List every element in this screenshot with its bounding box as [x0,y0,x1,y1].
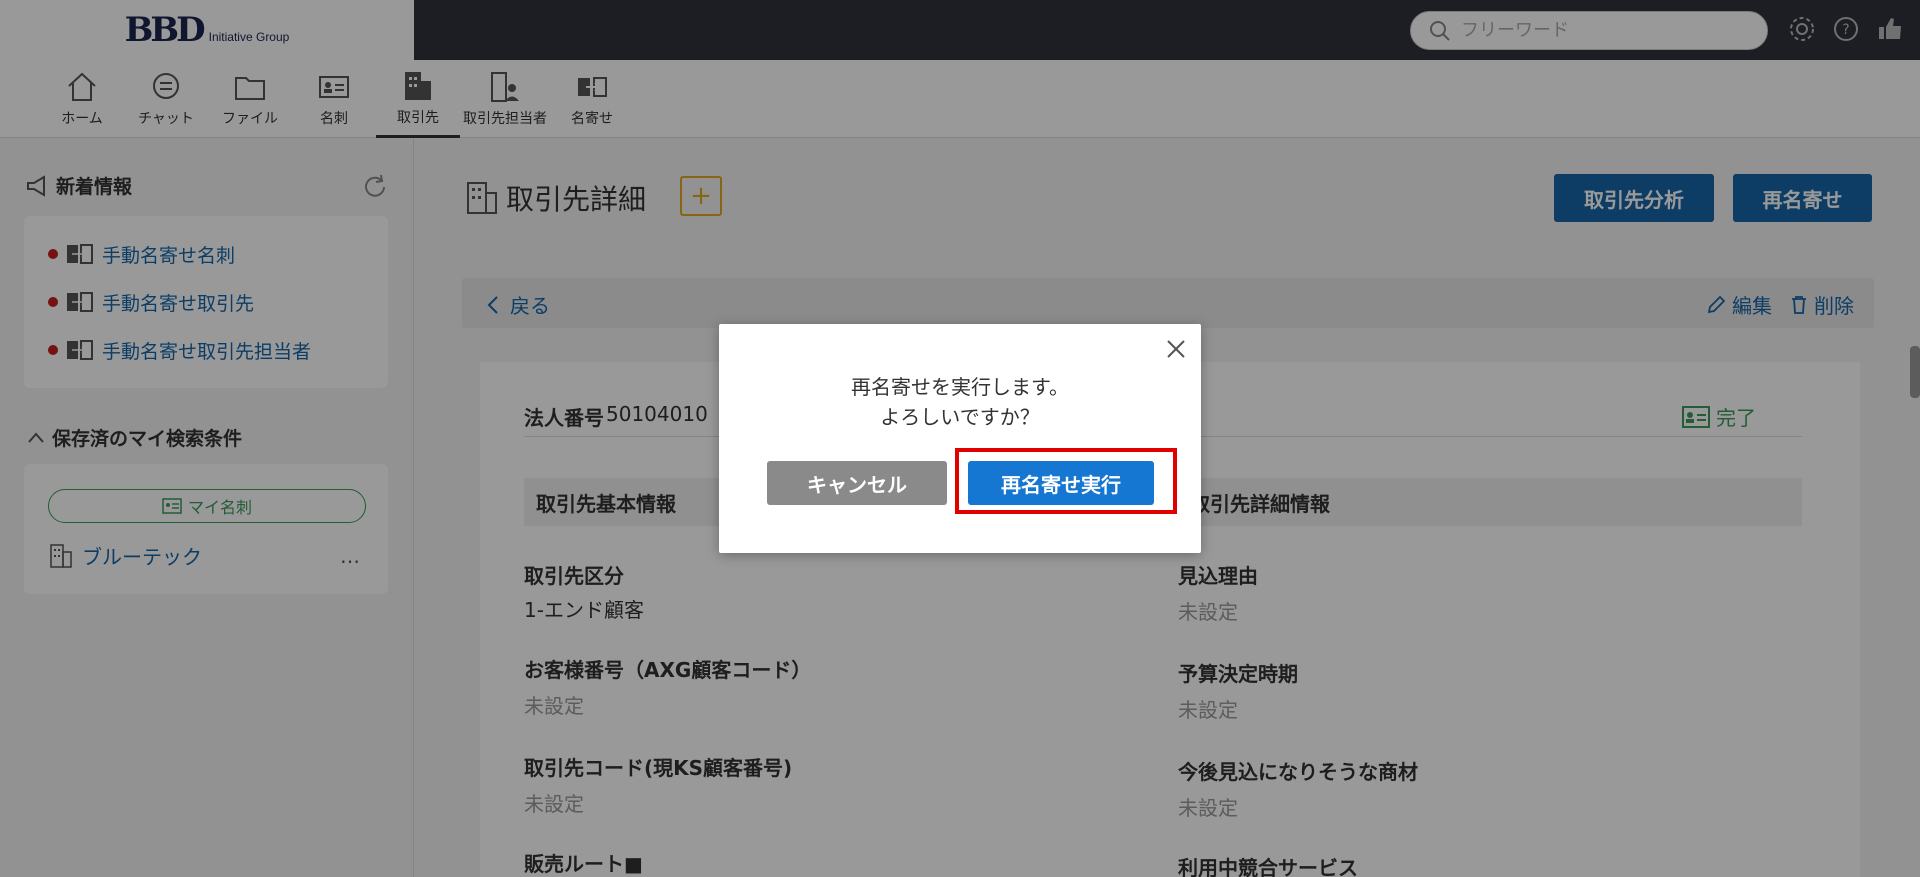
dialog-message: 再名寄せを実行します。 よろしいですか？ [719,372,1201,432]
execute-rematch-button[interactable]: 再名寄せ実行 [968,461,1154,505]
confirm-dialog: 再名寄せを実行します。 よろしいですか？ キャンセル 再名寄せ実行 [719,324,1201,553]
close-icon[interactable] [1163,336,1189,362]
dialog-message-line2: よろしいですか？ [880,405,1040,429]
cancel-button[interactable]: キャンセル [767,461,947,505]
dialog-message-line1: 再名寄せを実行します。 [851,375,1069,399]
